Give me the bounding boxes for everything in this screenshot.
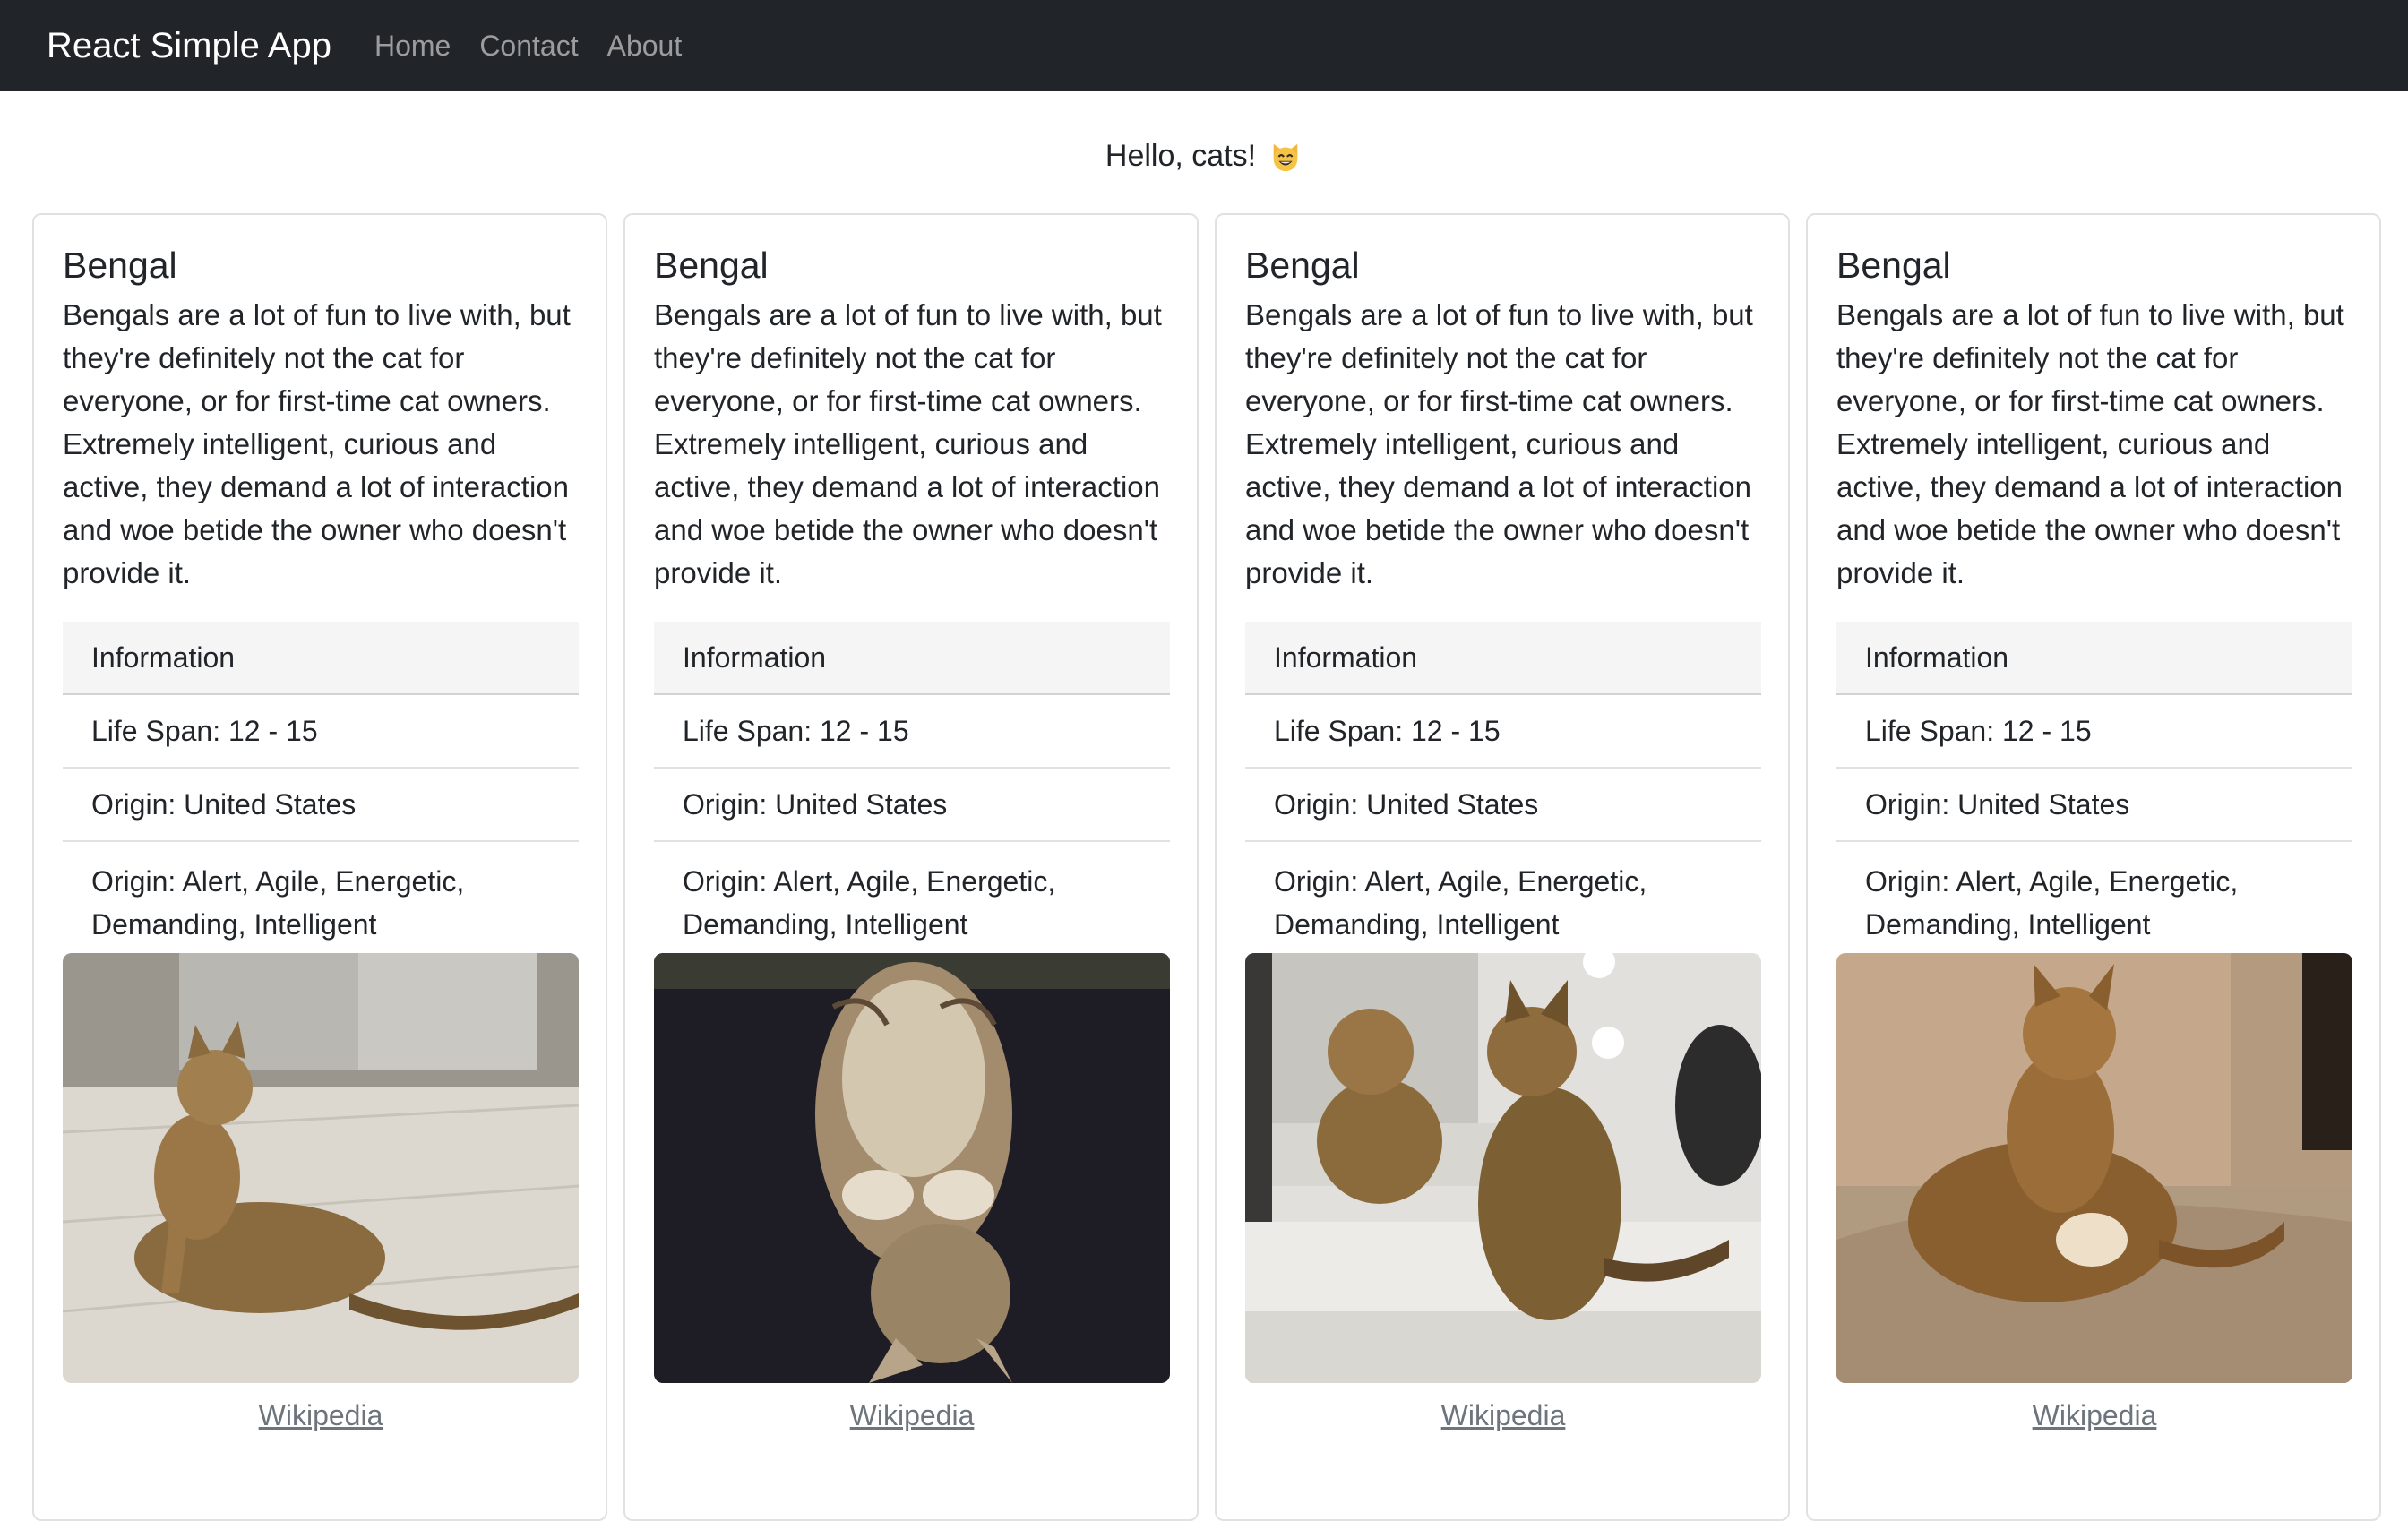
info-list: Information Life Span: 12 - 15 Origin: U… bbox=[1836, 622, 2352, 953]
info-list-header: Information bbox=[1836, 622, 2352, 695]
card-title: Bengal bbox=[1245, 245, 1360, 286]
cat-photo bbox=[63, 953, 579, 1383]
info-list-header: Information bbox=[654, 622, 1170, 695]
top-navbar: React Simple App Home Contact About bbox=[0, 0, 2408, 91]
origin-item: Origin: United States bbox=[1836, 769, 2352, 842]
info-list: Information Life Span: 12 - 15 Origin: U… bbox=[63, 622, 579, 953]
greeting: Hello, cats! bbox=[0, 133, 2408, 179]
temperament-item: Origin: Alert, Agile, Energetic, Demandi… bbox=[1865, 865, 2239, 941]
navbar-brand[interactable]: React Simple App bbox=[47, 26, 331, 66]
origin-item: Origin: United States bbox=[654, 769, 1170, 842]
cat-photo bbox=[654, 953, 1170, 1383]
card-title: Bengal bbox=[1836, 245, 1951, 286]
origin-item: Origin: United States bbox=[1245, 769, 1761, 842]
wikipedia-link[interactable]: Wikipedia bbox=[63, 1399, 579, 1432]
breed-card: Bengal Bengals are a lot of fun to live … bbox=[1215, 213, 1790, 1521]
wikipedia-link[interactable]: Wikipedia bbox=[1836, 1399, 2352, 1432]
life-span-item: Life Span: 12 - 15 bbox=[63, 695, 579, 769]
origin-item: Origin: United States bbox=[63, 769, 579, 842]
breed-card: Bengal Bengals are a lot of fun to live … bbox=[32, 213, 607, 1521]
card-description: Bengals are a lot of fun to live with, b… bbox=[654, 298, 1162, 589]
card-title: Bengal bbox=[63, 245, 177, 286]
greeting-text: Hello, cats! bbox=[1105, 138, 1257, 173]
life-span-item: Life Span: 12 - 15 bbox=[1245, 695, 1761, 769]
temperament-item: Origin: Alert, Agile, Energetic, Demandi… bbox=[1274, 865, 1647, 941]
info-list: Information Life Span: 12 - 15 Origin: U… bbox=[1245, 622, 1761, 953]
card-description: Bengals are a lot of fun to live with, b… bbox=[1836, 298, 2344, 589]
info-list-header: Information bbox=[63, 622, 579, 695]
breed-card: Bengal Bengals are a lot of fun to live … bbox=[624, 213, 1199, 1521]
wikipedia-link[interactable]: Wikipedia bbox=[654, 1399, 1170, 1432]
nav-link-home[interactable]: Home bbox=[374, 30, 451, 63]
temperament-item: Origin: Alert, Agile, Energetic, Demandi… bbox=[683, 865, 1056, 941]
info-list-header: Information bbox=[1245, 622, 1761, 695]
life-span-item: Life Span: 12 - 15 bbox=[1836, 695, 2352, 769]
life-span-item: Life Span: 12 - 15 bbox=[654, 695, 1170, 769]
cat-photo bbox=[1245, 953, 1761, 1383]
smiling-cat-icon bbox=[1268, 139, 1303, 173]
card-description: Bengals are a lot of fun to live with, b… bbox=[63, 298, 571, 589]
nav-link-about[interactable]: About bbox=[607, 30, 683, 63]
temperament-item: Origin: Alert, Agile, Energetic, Demandi… bbox=[91, 865, 465, 941]
cat-photo bbox=[1836, 953, 2352, 1383]
info-list: Information Life Span: 12 - 15 Origin: U… bbox=[654, 622, 1170, 953]
breed-card: Bengal Bengals are a lot of fun to live … bbox=[1806, 213, 2381, 1521]
wikipedia-link[interactable]: Wikipedia bbox=[1245, 1399, 1761, 1432]
card-title: Bengal bbox=[654, 245, 769, 286]
nav-link-contact[interactable]: Contact bbox=[479, 30, 578, 63]
card-description: Bengals are a lot of fun to live with, b… bbox=[1245, 298, 1753, 589]
